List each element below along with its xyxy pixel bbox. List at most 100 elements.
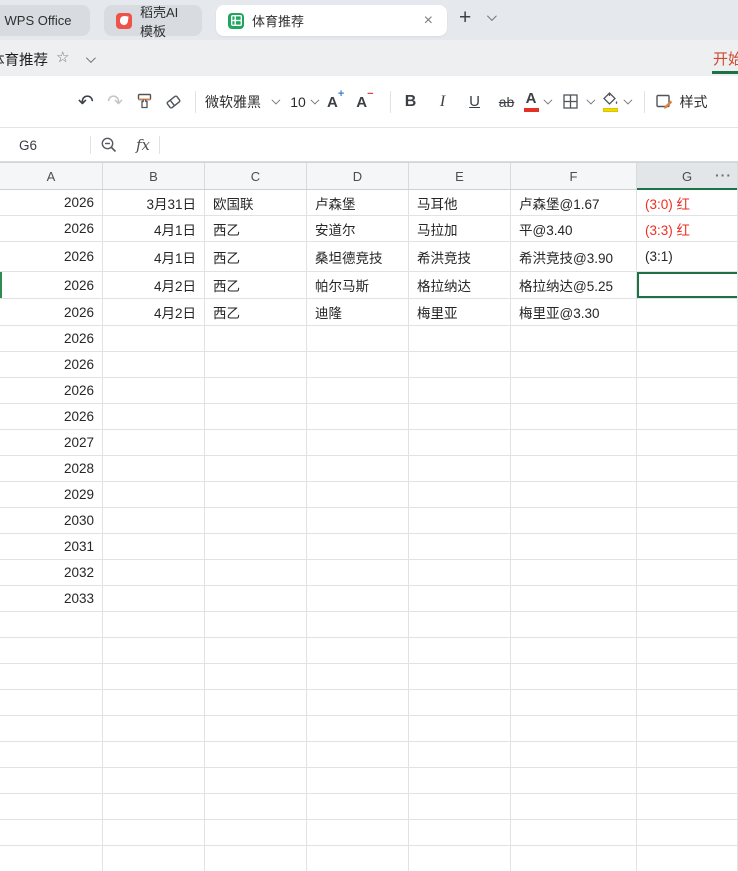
cell-D18[interactable] <box>307 586 409 612</box>
cell-E14[interactable] <box>409 482 511 508</box>
cell-B20[interactable] <box>103 638 205 664</box>
cell-E19[interactable] <box>409 612 511 638</box>
cell-G25[interactable] <box>637 768 738 794</box>
cell-E11[interactable] <box>409 404 511 430</box>
cell-G17[interactable] <box>637 560 738 586</box>
tab-sports-recommend[interactable]: 体育推荐 × <box>216 5 447 36</box>
bold-button[interactable]: B <box>400 88 422 116</box>
cell-F4[interactable]: 平@3.40 <box>511 216 637 242</box>
cell-B21[interactable] <box>103 664 205 690</box>
font-color-button[interactable]: A <box>523 91 539 112</box>
cell-E13[interactable] <box>409 456 511 482</box>
cell-E16[interactable] <box>409 534 511 560</box>
cell-B3[interactable]: 3月31日 <box>103 190 205 216</box>
cell-D6[interactable]: 帕尔马斯 <box>307 272 409 299</box>
cell-A16[interactable]: 2031 <box>0 534 103 560</box>
cell-B26[interactable] <box>103 794 205 820</box>
cell-D16[interactable] <box>307 534 409 560</box>
cell-C21[interactable] <box>205 664 307 690</box>
cell-D22[interactable] <box>307 690 409 716</box>
column-header-D[interactable]: D <box>307 163 409 189</box>
cell-C18[interactable] <box>205 586 307 612</box>
font-family-chevron-down-icon[interactable] <box>271 95 281 105</box>
cell-A5[interactable]: 2026 <box>0 242 103 272</box>
cell-G15[interactable] <box>637 508 738 534</box>
cell-G22[interactable] <box>637 690 738 716</box>
cell-B11[interactable] <box>103 404 205 430</box>
cell-A17[interactable]: 2032 <box>0 560 103 586</box>
cell-D26[interactable] <box>307 794 409 820</box>
cell-G10[interactable] <box>637 378 738 404</box>
cell-B28[interactable] <box>103 846 205 871</box>
cell-C12[interactable] <box>205 430 307 456</box>
undo-button[interactable]: ↶ <box>75 88 97 116</box>
cell-C27[interactable] <box>205 820 307 846</box>
cell-F15[interactable] <box>511 508 637 534</box>
cell-D24[interactable] <box>307 742 409 768</box>
column-header-F[interactable]: F <box>511 163 637 189</box>
cell-A14[interactable]: 2029 <box>0 482 103 508</box>
cell-F24[interactable] <box>511 742 637 768</box>
font-family-select[interactable]: 微软雅黑 <box>205 92 269 112</box>
cell-E21[interactable] <box>409 664 511 690</box>
tab-docer-ai[interactable]: 稻壳AI模板 <box>104 5 202 39</box>
cell-C17[interactable] <box>205 560 307 586</box>
cell-G4[interactable]: (3:3) 红 <box>637 216 738 242</box>
cell-G28[interactable] <box>637 846 738 871</box>
cell-G16[interactable] <box>637 534 738 560</box>
cell-A3[interactable]: 2026 <box>0 190 103 216</box>
cell-E10[interactable] <box>409 378 511 404</box>
cell-C20[interactable] <box>205 638 307 664</box>
italic-button[interactable]: I <box>432 88 454 116</box>
cell-B19[interactable] <box>103 612 205 638</box>
cell-E15[interactable] <box>409 508 511 534</box>
cell-F27[interactable] <box>511 820 637 846</box>
cell-F26[interactable] <box>511 794 637 820</box>
cell-D8[interactable] <box>307 326 409 352</box>
cell-G27[interactable] <box>637 820 738 846</box>
cell-F18[interactable] <box>511 586 637 612</box>
column-header-G[interactable]: G ··· <box>637 163 738 190</box>
redo-button[interactable]: ↷ <box>104 88 126 116</box>
cell-A21[interactable] <box>0 664 103 690</box>
cell-C6[interactable]: 西乙 <box>205 272 307 299</box>
cell-A24[interactable] <box>0 742 103 768</box>
cell-D19[interactable] <box>307 612 409 638</box>
cell-B12[interactable] <box>103 430 205 456</box>
cell-G5[interactable]: (3:1) <box>637 242 738 272</box>
cell-C7[interactable]: 西乙 <box>205 299 307 326</box>
cell-E8[interactable] <box>409 326 511 352</box>
cell-A7[interactable]: 2026 <box>0 299 103 326</box>
cell-F12[interactable] <box>511 430 637 456</box>
cell-G14[interactable] <box>637 482 738 508</box>
format-painter-button[interactable] <box>133 88 155 116</box>
cell-B25[interactable] <box>103 768 205 794</box>
eraser-icon[interactable] <box>162 88 184 116</box>
cell-F23[interactable] <box>511 716 637 742</box>
cell-D12[interactable] <box>307 430 409 456</box>
cell-C3[interactable]: 欧国联 <box>205 190 307 216</box>
cell-F11[interactable] <box>511 404 637 430</box>
cell-G23[interactable] <box>637 716 738 742</box>
new-tab-chevron-down-icon[interactable] <box>486 11 497 22</box>
borders-chevron-down-icon[interactable] <box>586 95 595 105</box>
cell-A13[interactable]: 2028 <box>0 456 103 482</box>
cell-G18[interactable] <box>637 586 738 612</box>
cell-C13[interactable] <box>205 456 307 482</box>
cell-D27[interactable] <box>307 820 409 846</box>
cell-G24[interactable] <box>637 742 738 768</box>
cell-B18[interactable] <box>103 586 205 612</box>
cell-E17[interactable] <box>409 560 511 586</box>
cell-E3[interactable]: 马耳他 <box>409 190 511 216</box>
fill-color-chevron-down-icon[interactable] <box>623 95 632 105</box>
cell-A26[interactable] <box>0 794 103 820</box>
cell-B14[interactable] <box>103 482 205 508</box>
cell-E25[interactable] <box>409 768 511 794</box>
column-header-B[interactable]: B <box>103 163 205 189</box>
cell-C9[interactable] <box>205 352 307 378</box>
cell-D25[interactable] <box>307 768 409 794</box>
cell-F17[interactable] <box>511 560 637 586</box>
cell-B6[interactable]: 4月2日 <box>103 272 205 299</box>
cell-E22[interactable] <box>409 690 511 716</box>
cell-E20[interactable] <box>409 638 511 664</box>
